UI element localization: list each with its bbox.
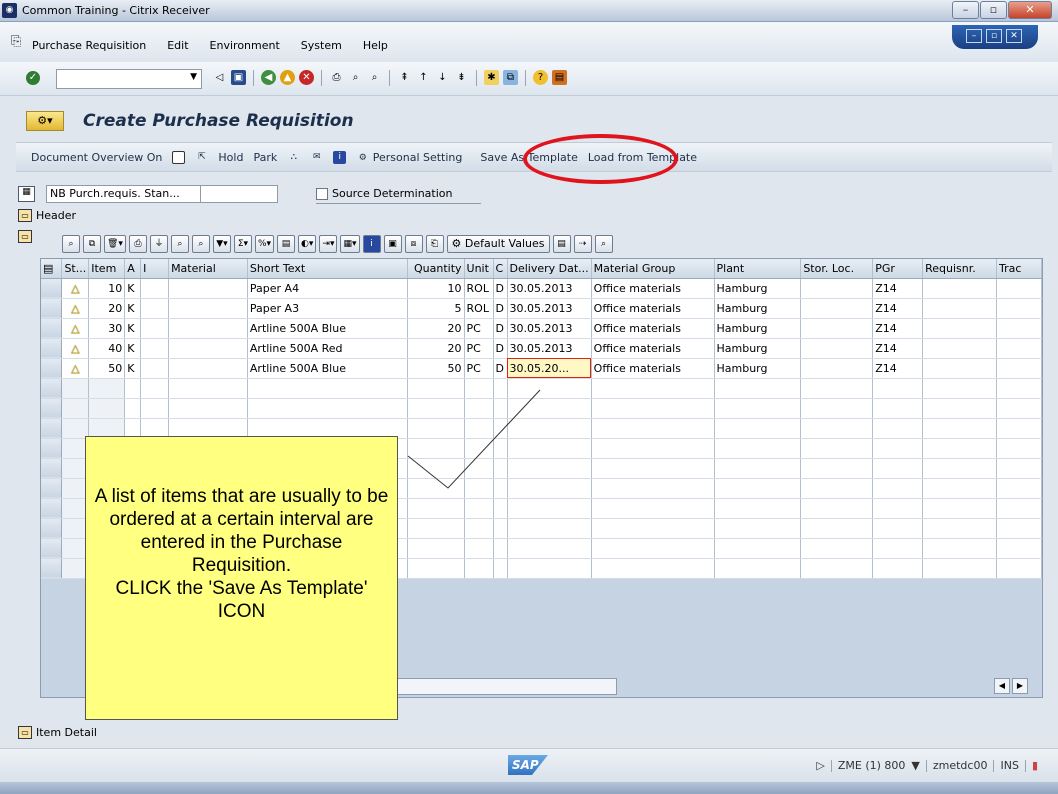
insert-mode: INS xyxy=(1000,759,1019,772)
bottom-strip xyxy=(0,782,1058,794)
sap-logo: SAP xyxy=(508,755,548,775)
status-bar: SAP ▷ ZME (1) 800 ▼ zmetdc00 INS ▮ xyxy=(0,748,1058,782)
callout-description: A list of items that are usually to be o… xyxy=(94,486,389,576)
callout-instruction: CLICK the 'Save As Template' ICON xyxy=(115,578,368,622)
status-expand-icon[interactable]: ▷ xyxy=(816,759,824,772)
session-info[interactable]: ZME (1) 800 xyxy=(838,759,906,772)
item-detail-toggle[interactable]: ▭ Item Detail xyxy=(18,726,97,739)
folder-icon: ▭ xyxy=(18,726,32,739)
chevron-down-icon[interactable]: ▼ xyxy=(911,759,919,772)
item-detail-label: Item Detail xyxy=(36,726,97,739)
instruction-callout: A list of items that are usually to be o… xyxy=(85,436,398,720)
status-lock-icon: ▮ xyxy=(1031,759,1038,772)
server-info: zmetdc00 xyxy=(932,759,988,772)
